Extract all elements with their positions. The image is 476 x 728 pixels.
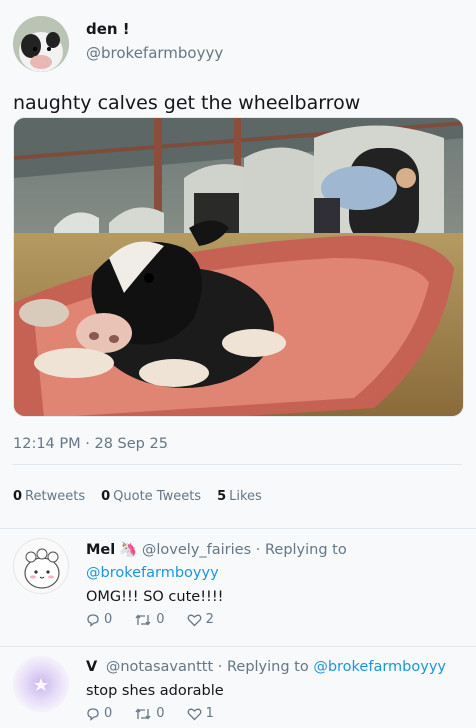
tweet-text: naughty calves get the wheelbarrow (13, 92, 361, 114)
reply-author-name[interactable]: V (86, 659, 97, 675)
reply-author-handle[interactable]: @lovely_fairies (142, 542, 251, 558)
replying-to-label: · Replying to (255, 542, 347, 558)
star-orb-avatar-icon (13, 656, 69, 712)
divider (0, 528, 476, 529)
retweets-count[interactable]: 0 Retweets (13, 489, 85, 504)
comment-icon (87, 613, 99, 627)
likes-count[interactable]: 5 Likes (217, 489, 262, 504)
user-handle[interactable]: @brokefarmboyyy (86, 44, 223, 62)
tweet-timestamp[interactable]: 12:14 PM · 28 Sep 25 (13, 436, 168, 452)
reply-text: stop shes adorable (86, 683, 224, 699)
unicorn-icon: 🦄 (119, 542, 138, 558)
heart-icon (187, 708, 201, 720)
retweet-button[interactable]: 0 (134, 706, 165, 721)
cute-character-avatar-icon (24, 548, 60, 589)
reply-author-name[interactable]: Mel (86, 542, 115, 558)
heart-icon (187, 614, 201, 626)
calf-avatar-icon (13, 16, 69, 72)
avatar[interactable] (13, 656, 69, 712)
like-button[interactable]: 2 (187, 612, 214, 627)
tweet-stats: 0 Retweets 0 Quote Tweets 5 Likes (13, 489, 278, 504)
retweet-icon (135, 613, 151, 626)
replying-to-link[interactable]: @brokefarmboyyy (313, 659, 446, 675)
divider (13, 464, 462, 465)
quote-tweets-count[interactable]: 0 Quote Tweets (101, 489, 201, 504)
avatar[interactable] (13, 538, 69, 594)
reply-author-handle[interactable]: @notasavanttt (106, 659, 213, 675)
replying-to-link[interactable]: @brokefarmboyyy (86, 565, 219, 581)
reply-header: V @notasavanttt · Replying to @brokefarm… (86, 659, 446, 675)
reply-header: Mel 🦄 @lovely_fairies · Replying to (86, 541, 347, 558)
reply-actions: 0 0 1 (86, 706, 236, 721)
retweet-button[interactable]: 0 (134, 612, 165, 627)
display-name[interactable]: den ! (86, 20, 130, 38)
retweet-icon (135, 707, 151, 720)
calf-in-wheelbarrow-photo (14, 118, 463, 416)
tweet-photo[interactable] (13, 117, 464, 417)
reply-actions: 0 0 2 (86, 612, 236, 627)
reply-text: OMG!!! SO cute!!!! (86, 589, 224, 605)
replying-to-label: · Replying to (217, 659, 309, 675)
divider (0, 646, 476, 647)
reply-button[interactable]: 0 (86, 706, 112, 721)
avatar[interactable] (13, 16, 69, 72)
like-button[interactable]: 1 (187, 706, 214, 721)
reply-button[interactable]: 0 (86, 612, 112, 627)
comment-icon (87, 707, 99, 721)
